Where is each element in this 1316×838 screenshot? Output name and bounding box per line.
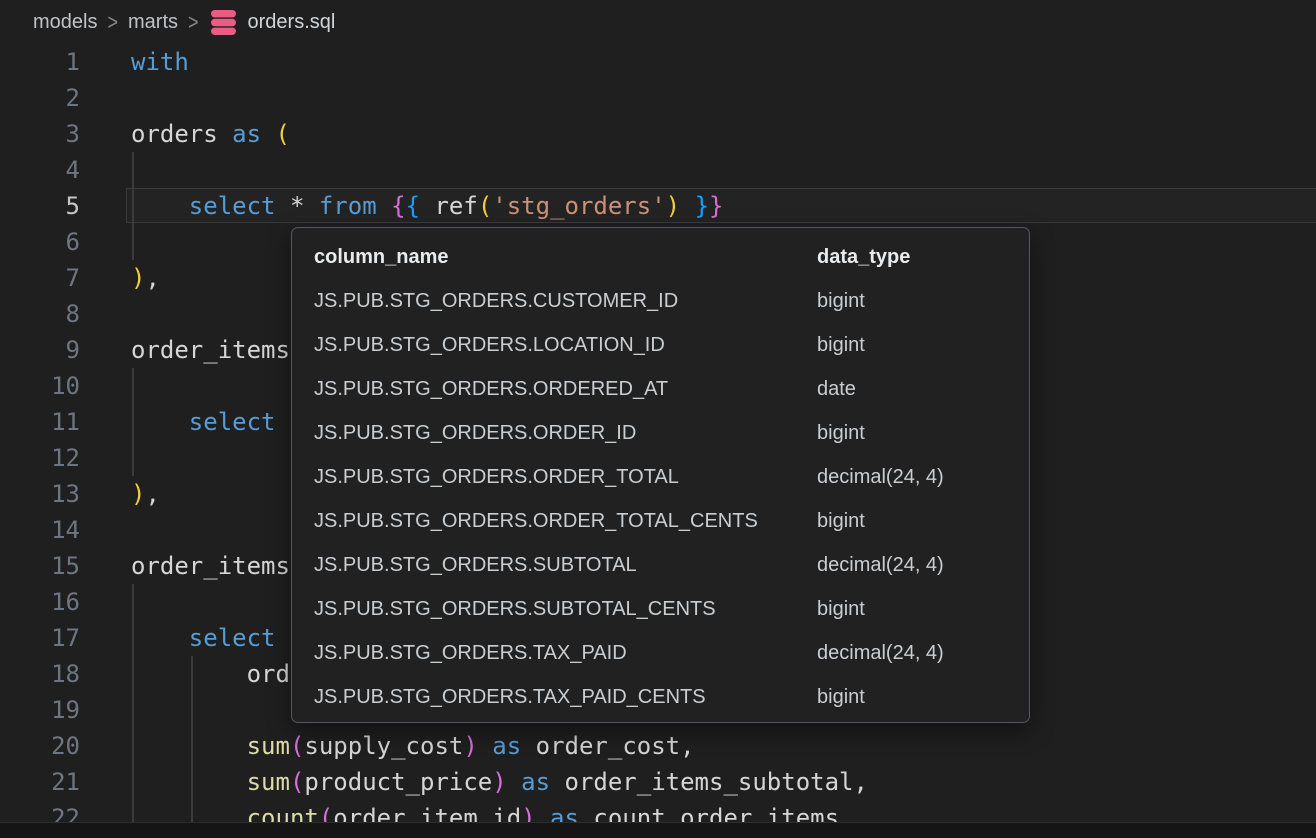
popup-data-type: decimal(24, 4): [817, 466, 944, 489]
line-number: 17: [0, 620, 80, 656]
popup-column-row: JS.PUB.STG_ORDERS.CUSTOMER_IDbigint: [292, 279, 1029, 323]
line-number: 10: [0, 368, 80, 404]
line-number: 19: [0, 692, 80, 728]
line-content: sum(supply_cost) as order_cost,: [80, 728, 695, 764]
line-number: 15: [0, 548, 80, 584]
popup-column-name: JS.PUB.STG_ORDERS.ORDER_TOTAL: [292, 466, 817, 489]
popup-column-row: JS.PUB.STG_ORDERS.LOCATION_IDbigint: [292, 323, 1029, 367]
line-content: with: [80, 44, 189, 80]
line-number: 20: [0, 728, 80, 764]
popup-data-type: bigint: [817, 422, 865, 445]
schema-hover-popup: column_name data_type JS.PUB.STG_ORDERS.…: [291, 227, 1030, 723]
line-number: 14: [0, 512, 80, 548]
line-number: 5: [0, 188, 80, 224]
popup-column-row: JS.PUB.STG_ORDERS.ORDER_TOTAL_CENTSbigin…: [292, 499, 1029, 543]
popup-data-type: bigint: [817, 334, 865, 357]
line-content: order_items: [80, 548, 290, 584]
line-number: 7: [0, 260, 80, 296]
popup-column-name: JS.PUB.STG_ORDERS.TAX_PAID_CENTS: [292, 686, 817, 709]
database-icon: [209, 9, 238, 36]
breadcrumb-item-models[interactable]: models: [33, 11, 97, 34]
popup-column-name: JS.PUB.STG_ORDERS.TAX_PAID: [292, 642, 817, 665]
code-line[interactable]: 5 select * from {{ ref('stg_orders') }}: [0, 188, 1316, 224]
line-number: 6: [0, 224, 80, 260]
line-number: 8: [0, 296, 80, 332]
line-number: 18: [0, 656, 80, 692]
popup-column-row: JS.PUB.STG_ORDERS.ORDER_IDbigint: [292, 411, 1029, 455]
popup-column-name: JS.PUB.STG_ORDERS.SUBTOTAL_CENTS: [292, 598, 817, 621]
popup-data-type: bigint: [817, 290, 865, 313]
line-number: 1: [0, 44, 80, 80]
code-line[interactable]: 20 sum(supply_cost) as order_cost,: [0, 728, 1316, 764]
line-number: 13: [0, 476, 80, 512]
code-line[interactable]: 3orders as (: [0, 116, 1316, 152]
line-content: sum(product_price) as order_items_subtot…: [80, 764, 868, 800]
line-content: ),: [80, 476, 160, 512]
line-number: 16: [0, 584, 80, 620]
code-line[interactable]: 1with: [0, 44, 1316, 80]
line-number: 9: [0, 332, 80, 368]
breadcrumb-item-file[interactable]: orders.sql: [248, 11, 336, 34]
popup-column-name: JS.PUB.STG_ORDERS.LOCATION_ID: [292, 334, 817, 357]
popup-column-row: JS.PUB.STG_ORDERS.SUBTOTALdecimal(24, 4): [292, 543, 1029, 587]
editor-window: models > marts > orders.sql 1with23order…: [0, 0, 1316, 838]
popup-data-type: decimal(24, 4): [817, 642, 944, 665]
line-content: select * from {{ ref('stg_orders') }}: [80, 188, 723, 224]
code-line[interactable]: 4: [0, 152, 1316, 188]
editor-bottom-edge: [0, 822, 1316, 838]
chevron-right-icon: >: [188, 9, 199, 35]
popup-data-type: bigint: [817, 686, 865, 709]
line-content: orders as (: [80, 116, 290, 152]
popup-column-name: JS.PUB.STG_ORDERS.SUBTOTAL: [292, 554, 817, 577]
popup-column-name: JS.PUB.STG_ORDERS.ORDER_ID: [292, 422, 817, 445]
line-content: order_items: [80, 332, 290, 368]
popup-body: JS.PUB.STG_ORDERS.CUSTOMER_IDbigintJS.PU…: [292, 279, 1029, 719]
line-number: 2: [0, 80, 80, 116]
popup-data-type: date: [817, 378, 856, 401]
popup-data-type: bigint: [817, 510, 865, 533]
popup-column-row: JS.PUB.STG_ORDERS.ORDER_TOTALdecimal(24,…: [292, 455, 1029, 499]
line-number: 12: [0, 440, 80, 476]
popup-column-row: JS.PUB.STG_ORDERS.TAX_PAID_CENTSbigint: [292, 675, 1029, 719]
popup-header-column-name: column_name: [292, 246, 817, 269]
code-line[interactable]: 21 sum(product_price) as order_items_sub…: [0, 764, 1316, 800]
popup-data-type: bigint: [817, 598, 865, 621]
popup-column-name: JS.PUB.STG_ORDERS.CUSTOMER_ID: [292, 290, 817, 313]
chevron-right-icon: >: [107, 9, 118, 35]
line-number: 21: [0, 764, 80, 800]
line-number: 4: [0, 152, 80, 188]
line-number: 11: [0, 404, 80, 440]
popup-column-row: JS.PUB.STG_ORDERS.SUBTOTAL_CENTSbigint: [292, 587, 1029, 631]
line-content: select: [80, 620, 276, 656]
popup-header-data-type: data_type: [817, 246, 910, 269]
popup-data-type: decimal(24, 4): [817, 554, 944, 577]
line-content: ord: [80, 656, 290, 692]
code-line[interactable]: 2: [0, 80, 1316, 116]
line-content: ),: [80, 260, 160, 296]
line-content: select: [80, 404, 276, 440]
popup-column-row: JS.PUB.STG_ORDERS.TAX_PAIDdecimal(24, 4): [292, 631, 1029, 675]
popup-column-name: JS.PUB.STG_ORDERS.ORDERED_AT: [292, 378, 817, 401]
popup-header-row: column_name data_type: [292, 235, 1029, 279]
breadcrumb-item-marts[interactable]: marts: [128, 11, 178, 34]
popup-column-row: JS.PUB.STG_ORDERS.ORDERED_ATdate: [292, 367, 1029, 411]
breadcrumb: models > marts > orders.sql: [0, 0, 1316, 44]
popup-column-name: JS.PUB.STG_ORDERS.ORDER_TOTAL_CENTS: [292, 510, 817, 533]
line-number: 3: [0, 116, 80, 152]
